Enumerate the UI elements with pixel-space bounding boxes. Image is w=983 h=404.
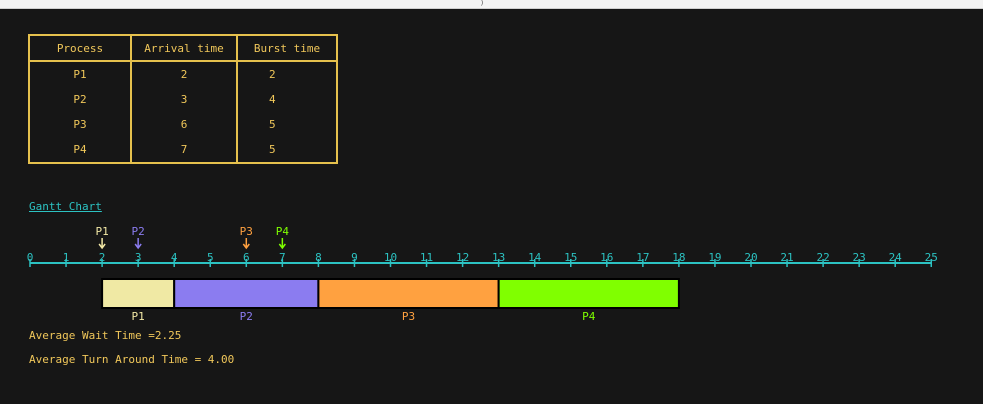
axis-tick-label: 3 xyxy=(135,251,142,264)
arrival-label: P2 xyxy=(132,225,145,238)
axis-tick-label: 21 xyxy=(780,251,793,264)
gantt-block xyxy=(497,278,680,309)
axis-tick-label: 16 xyxy=(600,251,613,264)
axis-tick-label: 2 xyxy=(99,251,106,264)
axis-tick-label: 9 xyxy=(351,251,358,264)
gantt-block-label: P1 xyxy=(132,310,145,323)
arrival-label: P3 xyxy=(240,225,253,238)
gantt-block xyxy=(317,278,500,309)
axis-tick-label: 7 xyxy=(279,251,286,264)
axis-tick-label: 19 xyxy=(708,251,721,264)
axis-tick-label: 4 xyxy=(171,251,178,264)
axis-tick-label: 8 xyxy=(315,251,322,264)
axis-tick-label: 14 xyxy=(528,251,542,264)
gantt-block-label: P4 xyxy=(582,310,596,323)
app-window: ) Process Arrival time Burst time P1 2 2… xyxy=(0,0,983,404)
axis-tick-label: 23 xyxy=(853,251,866,264)
axis-tick-label: 5 xyxy=(207,251,214,264)
axis-tick-label: 13 xyxy=(492,251,505,264)
axis-tick-label: 0 xyxy=(27,251,34,264)
axis-tick-label: 22 xyxy=(816,251,829,264)
axis-tick-label: 17 xyxy=(636,251,649,264)
axis-tick-label: 24 xyxy=(889,251,903,264)
axis-tick-label: 11 xyxy=(420,251,433,264)
gantt-block-label: P3 xyxy=(402,310,415,323)
axis-tick-label: 10 xyxy=(384,251,397,264)
average-wait-time: Average Wait Time =2.25 xyxy=(29,329,182,342)
axis-tick-label: 6 xyxy=(243,251,250,264)
arrival-label: P4 xyxy=(276,225,290,238)
axis-tick-label: 25 xyxy=(925,251,938,264)
arrival-label: P1 xyxy=(95,225,108,238)
axis-tick-label: 18 xyxy=(672,251,685,264)
axis-tick-label: 12 xyxy=(456,251,469,264)
axis-tick-label: 1 xyxy=(63,251,70,264)
axis-tick-label: 20 xyxy=(744,251,757,264)
gantt-chart: 0 1 2 3 4 5 6 7 8 9 10 11 12 13 14 15 16 17 18 19 20 21 22 23 24… xyxy=(27,225,938,323)
gantt-block xyxy=(173,278,320,309)
gantt-block-label: P2 xyxy=(240,310,253,323)
gantt-block xyxy=(101,278,176,309)
axis-tick-label: 15 xyxy=(564,251,577,264)
average-turnaround-time: Average Turn Around Time = 4.00 xyxy=(29,353,235,366)
